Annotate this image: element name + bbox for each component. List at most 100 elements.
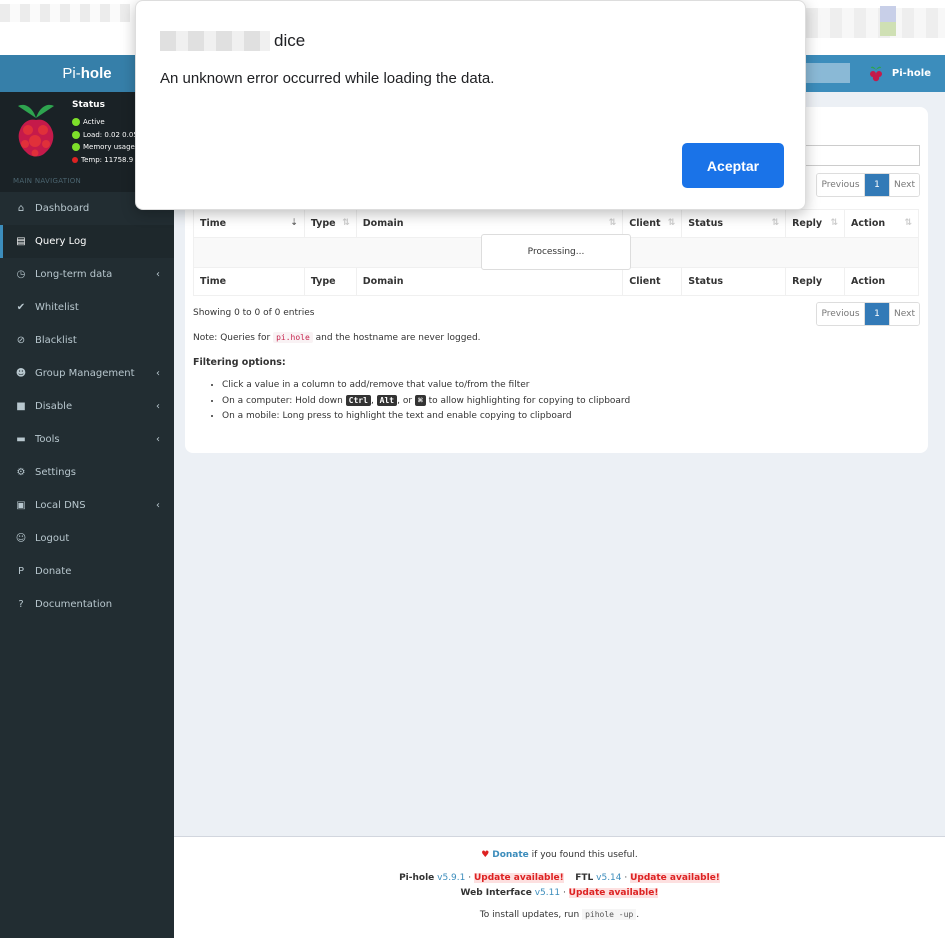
sidebar-item-blacklist[interactable]: ⊘ Blacklist [0,324,174,357]
processing-indicator: Processing... [481,234,631,270]
status-list: Active Load: 0.02 0.05 Memory usage: Tem… [72,116,139,166]
chevron-left-icon: ‹ [156,401,160,412]
col-time[interactable]: Time ⇣ [193,209,305,238]
clock-icon: ◷ [16,269,26,280]
memory-dot-icon [72,143,80,152]
sort-icon: ⇅ [342,218,350,228]
pagination-bottom: Previous 1 Next [816,302,920,326]
page-1-button[interactable]: 1 [865,303,890,325]
table-footer-row: Time Type Domain Client Status Reply Act… [193,267,919,296]
sidebar-item-disable[interactable]: ■ Disable ‹ [0,390,174,423]
foot-action: Action [844,267,919,296]
filter-list: Click a value in a column to add/remove … [222,378,630,424]
user-label: Pi-hole [891,68,931,79]
header-blur [806,63,850,83]
chevron-left-icon: ‹ [156,269,160,280]
sidebar-item-long-term-data[interactable]: ◷ Long-term data ‹ [0,258,174,291]
web-version-line: Web Interface v5.11 · Update available! [460,888,659,898]
sidebar-item-tools[interactable]: ▬ Tools ‹ [0,423,174,456]
sidebar-item-group-management[interactable]: ☻ Group Management ‹ [0,357,174,390]
dialog-message: An unknown error occurred while loading … [160,70,495,87]
col-status[interactable]: Status ⇅ [681,209,787,238]
footer: ♥ Donate if you found this useful. Pi-ho… [174,836,945,938]
sort-icon: ⇅ [771,218,780,228]
entries-info: Showing 0 to 0 of 0 entries [193,308,315,318]
ftl-version[interactable]: v5.14 [596,873,621,883]
foot-type: Type [303,267,357,296]
sidebar-item-local-dns[interactable]: ▣ Local DNS ‹ [0,489,174,522]
pihole-update-link[interactable]: Update available! [473,873,564,883]
heart-icon: ♥ [481,850,490,860]
foot-time: Time [193,267,305,296]
col-action[interactable]: Action ⇅ [844,209,919,238]
note-text: Note: Queries for pi.hole and the hostna… [193,332,481,343]
gears-icon: ⚙ [16,467,26,478]
folder-icon: ▬ [16,434,26,445]
users-icon: ☻ [15,368,27,379]
sidebar-item-settings[interactable]: ⚙ Settings [0,456,174,489]
raspberry-icon [869,66,882,81]
kbd-alt: Alt [376,395,398,406]
next-button[interactable]: Next [890,174,919,196]
file-icon: ▤ [16,236,26,247]
user-times-icon: ☺ [15,533,27,544]
donate-link[interactable]: Donate [492,850,529,860]
foot-client: Client [622,267,683,296]
dialog-title: dice [160,31,305,51]
check-circle-icon: ✔ [16,302,26,313]
sidebar: Status Active Load: 0.02 0.05 Memory usa… [0,92,174,938]
stop-icon: ■ [16,401,26,412]
command-icon: ⌘ [414,395,426,406]
previous-button[interactable]: Previous [817,303,865,325]
home-icon: ⌂ [17,203,25,214]
col-client[interactable]: Client ⇅ [622,209,683,238]
sort-icon: ⇅ [830,218,839,228]
donate-line: ♥ Donate if you found this useful. [481,850,638,860]
sort-icon: ⇅ [904,218,912,228]
active-dot-icon [72,118,80,127]
alert-dialog: dice An unknown error occurred while loa… [135,0,806,210]
sort-icon: ⇅ [608,218,617,228]
paypal-icon: P [17,566,25,577]
sort-desc-icon: ⇣ [290,218,298,228]
load-dot-icon [72,130,80,139]
blurred-host [160,31,270,51]
sidebar-item-query-log[interactable]: ▤ Query Log [0,225,174,258]
foot-domain: Domain [355,267,624,296]
col-type[interactable]: Type ⇅ [303,209,357,238]
foot-reply: Reply [785,267,846,296]
list-item: Click a value in a column to add/remove … [222,378,630,393]
foot-status: Status [681,267,787,296]
list-item: On a mobile: Long press to highlight the… [222,409,630,424]
address-book-icon: ▣ [16,500,26,511]
status-title: Status [72,100,105,110]
page-1-button[interactable]: 1 [865,174,890,196]
sidebar-item-documentation[interactable]: ? Documentation [0,588,174,621]
web-version[interactable]: v5.11 [535,888,560,898]
sidebar-item-logout[interactable]: ☺ Logout [0,522,174,555]
question-circle-icon: ? [18,599,24,610]
chevron-left-icon: ‹ [156,434,160,445]
kbd-ctrl: Ctrl [345,395,371,406]
search-input[interactable] [801,145,920,166]
user-menu[interactable]: Pi-hole [868,55,931,92]
col-reply[interactable]: Reply ⇅ [785,209,846,238]
pihole-logo-icon [18,104,54,157]
previous-button[interactable]: Previous [817,174,865,196]
pagination-top: Previous 1 Next [816,173,920,197]
chevron-left-icon: ‹ [156,500,160,511]
next-button[interactable]: Next [890,303,919,325]
accept-button[interactable]: Aceptar [682,143,784,188]
temp-fire-icon [72,156,78,163]
pihole-version[interactable]: v5.9.1 [437,873,465,883]
ftl-update-link[interactable]: Update available! [630,873,720,883]
install-line: To install updates, run pihole -up. [479,909,640,920]
sidebar-item-whitelist[interactable]: ✔ Whitelist [0,291,174,324]
web-update-link[interactable]: Update available! [568,888,659,898]
ban-icon: ⊘ [16,335,26,346]
install-command: pihole -up [582,909,637,920]
sort-icon: ⇅ [667,218,676,228]
chevron-left-icon: ‹ [156,368,160,379]
sidebar-item-donate[interactable]: P Donate [0,555,174,588]
pihole-code: pi.hole [273,332,313,343]
